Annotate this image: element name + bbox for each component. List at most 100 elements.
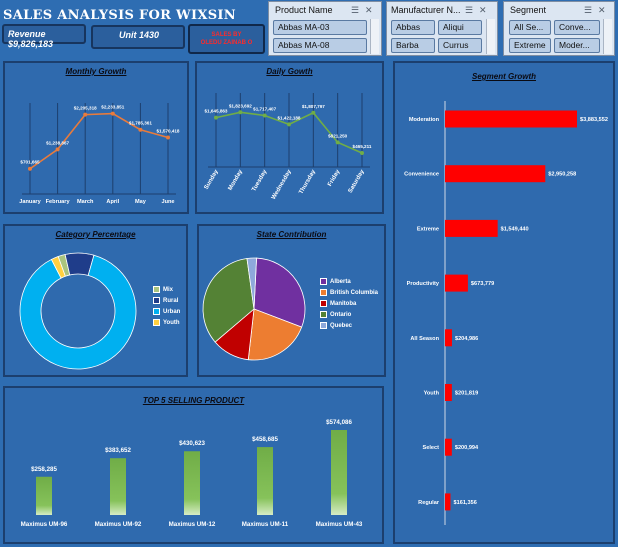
data-label-april: $2,233,851: [101, 105, 124, 110]
bar-extreme: [445, 219, 498, 237]
tick-label-february: February: [46, 199, 71, 205]
data-label-youth: $201,819: [455, 391, 478, 397]
tick-label-saturday: Saturday: [348, 168, 366, 194]
tick-label-maximus-um-92: Maximus UM-92: [95, 521, 142, 528]
tick-label-maximus-um-12: Maximus UM-12: [169, 521, 216, 528]
unit-text: Unit 1430: [119, 30, 160, 40]
legend-swatch: [320, 289, 327, 296]
slicer-item-all-season[interactable]: All Se...: [509, 20, 551, 35]
multi-select-icon[interactable]: ☰: [584, 5, 592, 16]
data-label-friday: $821,250: [328, 133, 348, 138]
bar-regular: [445, 493, 451, 511]
state-contribution-panel: State Contribution Alberta British Columb…: [197, 224, 386, 377]
data-label-tuesday: $1,717,407: [253, 106, 276, 111]
revenue-text: Revenue $9,826,183: [8, 29, 54, 49]
data-label-june: $1,570,418: [157, 128, 180, 133]
legend-label: Quebec: [330, 322, 353, 329]
tick-label-all-season: All Season: [410, 336, 439, 342]
tick-label-maximus-um-96: Maximus UM-96: [21, 521, 68, 528]
legend-item-quebec: Quebec: [320, 320, 378, 331]
legend-swatch: [320, 322, 327, 329]
data-label-maximus-um-96: $258,285: [31, 466, 57, 473]
slicer-item-abbas-ma-03[interactable]: Abbas MA-03: [273, 20, 367, 35]
sales-by-line1: SALES BY: [211, 32, 242, 38]
legend-swatch: [153, 297, 160, 304]
clear-filter-icon[interactable]: ✕: [479, 5, 487, 16]
data-label-may: $1,785,361: [129, 121, 152, 126]
legend-item-ontario: Ontario: [320, 309, 378, 320]
tick-label-march: March: [77, 199, 94, 205]
data-label-thursday: $1,807,797: [302, 104, 325, 109]
top5-panel: TOP 5 SELLING PRODUCT $258,285 Maximus UM…: [3, 386, 384, 544]
tick-label-productivity: Productivity: [407, 281, 440, 287]
legend-swatch: [153, 308, 160, 315]
state-legend: Alberta British Columbia Manitoba Ontario Qu…: [320, 276, 378, 331]
segment-growth-chart: Moderation $3,883,552 Convenience $2,950,25…: [404, 101, 608, 525]
slicer-item-extreme[interactable]: Extreme: [509, 38, 551, 53]
slicer-item-convenience[interactable]: Conve...: [554, 20, 600, 35]
tick-label-tuesday: Tuesday: [251, 168, 268, 192]
manufacturer-slicer[interactable]: Manufacturer N... ☰ ✕ Abbas Aliqui Barba…: [386, 1, 498, 56]
data-label-all-season: $204,986: [455, 336, 478, 342]
legend-item-urban: Urban: [153, 306, 180, 317]
data-label-maximus-um-43: $574,086: [326, 419, 352, 426]
bar-maximus-um-92: [110, 458, 126, 515]
clear-filter-icon[interactable]: ✕: [598, 5, 606, 16]
tick-label-youth: Youth: [424, 391, 440, 397]
tick-label-thursday: Thursday: [298, 168, 317, 195]
slicer-scrollbar[interactable]: [370, 19, 379, 54]
legend-label: Alberta: [330, 278, 351, 285]
sales-by-card: SALES BY OLEDU ZAINAB O: [188, 24, 265, 54]
legend-item-alberta: Alberta: [320, 276, 378, 287]
tick-label-moderation: Moderation: [409, 117, 440, 123]
legend-label: British Columbia: [330, 289, 379, 296]
data-point-february: [55, 147, 60, 152]
legend-swatch: [153, 286, 160, 293]
legend-label: Mix: [163, 286, 174, 293]
product-name-slicer[interactable]: Product Name ☰ ✕ Abbas MA-03 Abbas MA-08: [268, 1, 382, 56]
bar-maximus-um-43: [331, 430, 347, 515]
daily-growth-panel: Daily Gowth $1,645,863 Sunday $1,823,692 Mo…: [195, 61, 384, 214]
bar-all-season: [445, 329, 452, 347]
data-label-maximus-um-12: $430,623: [179, 440, 205, 447]
dashboard-title: SALES ANALYSIS FOR WIXSIN: [3, 8, 236, 23]
bar-moderation: [445, 110, 577, 128]
slicer-item-abbas-ma-08[interactable]: Abbas MA-08: [273, 38, 367, 53]
data-label-saturday: $465,211: [353, 144, 372, 149]
tick-label-january: January: [19, 199, 41, 205]
data-label-maximus-um-11: $458,685: [252, 436, 278, 443]
legend-swatch: [320, 311, 327, 318]
legend-label: Manitoba: [330, 300, 357, 307]
multi-select-icon[interactable]: ☰: [465, 5, 473, 16]
daily-growth-chart: $1,645,863 Sunday $1,823,692 Monday $1,717,4…: [204, 93, 372, 201]
data-point-friday: [335, 140, 340, 145]
clear-filter-icon[interactable]: ✕: [365, 5, 373, 16]
data-label-convenience: $2,950,258: [548, 172, 576, 178]
tick-label-june: June: [161, 199, 174, 205]
tick-label-may: May: [135, 199, 147, 205]
legend-swatch: [153, 319, 160, 326]
slicer-item-moderation[interactable]: Moder...: [554, 38, 600, 53]
tick-label-friday: Friday: [327, 168, 342, 187]
data-point-tuesday: [262, 113, 267, 118]
legend-swatch: [320, 278, 327, 285]
slicer-item-currus[interactable]: Currus: [438, 38, 482, 53]
slicer-item-abbas[interactable]: Abbas: [391, 20, 435, 35]
data-point-january: [28, 166, 32, 171]
data-label-wednesday: $1,422,188: [278, 115, 301, 120]
monthly-growth-chart: $701,665 January $1,238,867 February $2,205,…: [19, 103, 180, 205]
tick-label-april: April: [106, 199, 119, 205]
legend-item-british-columbia: British Columbia: [320, 287, 378, 298]
slicer-scrollbar[interactable]: [603, 19, 612, 54]
segment-slicer[interactable]: Segment ☰ ✕ All Se... Conve... Extreme M…: [503, 1, 615, 56]
data-label-select: $200,994: [455, 445, 479, 451]
slicer-item-aliqui[interactable]: Aliqui: [438, 20, 482, 35]
data-point-may: [138, 127, 143, 132]
tick-label-convenience: Convenience: [404, 172, 439, 178]
monthly-growth-panel: Monthly Growth $701,665 January $1,238,867…: [3, 61, 189, 214]
bar-maximus-um-11: [257, 447, 273, 515]
legend-label: Rural: [163, 297, 179, 304]
slicer-scrollbar[interactable]: [486, 19, 495, 54]
multi-select-icon[interactable]: ☰: [351, 5, 359, 16]
slicer-item-barba[interactable]: Barba: [391, 38, 435, 53]
